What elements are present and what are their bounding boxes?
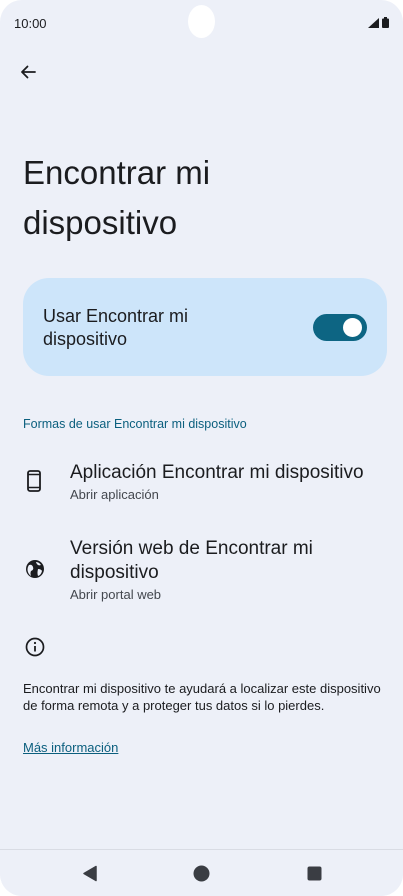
status-time: 10:00: [14, 16, 47, 31]
footer-description: Encontrar mi dispositivo te ayudará a lo…: [23, 681, 381, 713]
list-item-subtitle: Abrir aplicación: [70, 487, 159, 502]
screen: 10:00 Encontrar mi dispositivo Usar Enco…: [0, 0, 403, 896]
more-info-link[interactable]: Más información: [23, 740, 118, 755]
back-arrow-icon: [21, 65, 36, 79]
navigation-bar: [0, 849, 403, 896]
nav-recents-icon: [307, 866, 322, 881]
camera-cutout: [188, 5, 215, 38]
list-item-subtitle: Abrir portal web: [70, 587, 162, 602]
globe-icon: [24, 558, 46, 585]
nav-recents-button[interactable]: [307, 866, 322, 886]
list-item-title: Versión web de Encontrar mi dispositivo: [70, 538, 313, 583]
nav-back-icon: [83, 865, 97, 882]
signal-icon: [368, 18, 379, 28]
nav-home-button[interactable]: [193, 865, 210, 887]
section-header: Formas de usar Encontrar mi dispositivo: [23, 417, 247, 431]
toggle-thumb: [343, 318, 362, 337]
main-switch-label: Usar Encontrar mi dispositivo: [43, 306, 189, 349]
phone-icon: [24, 469, 44, 498]
list-item-web[interactable]: Versión web de Encontrar mi dispositivo …: [0, 532, 403, 612]
status-bar: 10:00: [0, 0, 403, 48]
nav-back-button[interactable]: [82, 865, 98, 887]
nav-home-icon: [193, 865, 210, 882]
main-switch-card[interactable]: Usar Encontrar mi dispositivo: [23, 278, 387, 376]
battery-icon: [382, 17, 389, 28]
info-icon: [24, 636, 46, 663]
status-icons: [368, 17, 389, 28]
list-item-title: Aplicación Encontrar mi dispositivo: [70, 462, 364, 483]
main-switch-toggle[interactable]: [313, 314, 367, 341]
page-title: Encontrar mi dispositivo: [23, 154, 211, 241]
list-item-app[interactable]: Aplicación Encontrar mi dispositivo Abri…: [0, 455, 403, 515]
back-button[interactable]: [12, 56, 44, 88]
